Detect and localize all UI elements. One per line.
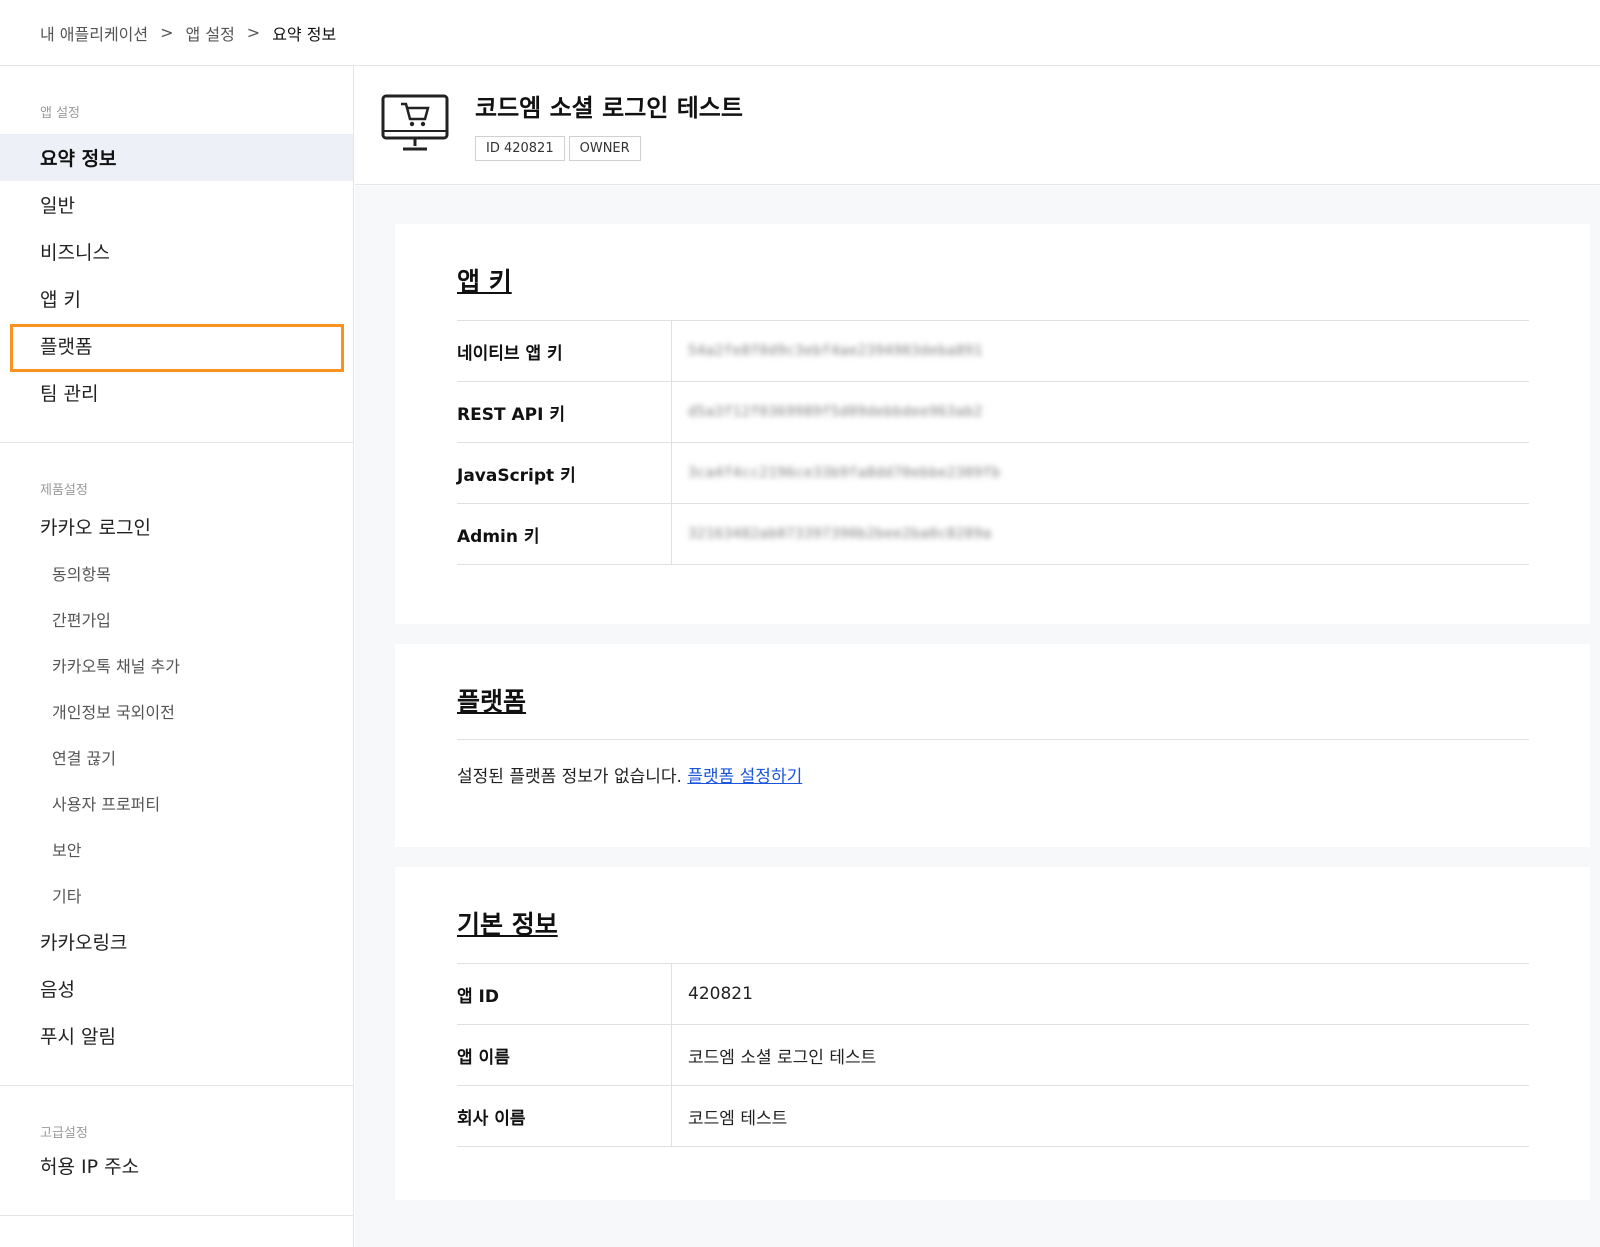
basic-info-card: 기본 정보 앱 ID 420821 앱 이름 코드엠 소셜 로그인 테스트 회사… [395, 867, 1590, 1200]
platform-message: 설정된 플랫폼 정보가 없습니다. 플랫폼 설정하기 [457, 762, 802, 787]
app-keys-card: 앱 키 네이티브 앱 키 54a2fe8f0d9c3ebf4ae2394903d… [395, 224, 1590, 624]
sidebar-heading: 제품설정 [40, 483, 88, 498]
info-label: 앱 이름 [457, 1025, 672, 1085]
sidebar-heading: 앱 설정 [40, 106, 81, 121]
app-header: 코드엠 소셜 로그인 테스트 ID 420821 OWNER [355, 66, 1600, 185]
sidebar-divider [0, 1215, 354, 1216]
sidebar-item-allowed-ip[interactable]: 허용 IP 주소 [0, 1142, 353, 1189]
info-label: 회사 이름 [457, 1086, 672, 1146]
app-id-value: 420821 [688, 984, 753, 1004]
table-row: 네이티브 앱 키 54a2fe8f0d9c3ebf4ae2394903deba8… [457, 321, 1529, 382]
native-app-key-value[interactable]: 54a2fe8f0d9c3ebf4ae2394903deba891 [672, 343, 983, 359]
app-name-value: 코드엠 소셜 로그인 테스트 [688, 1047, 877, 1068]
table-row: Admin 키 32163482ab073397390b2bee2ba0c828… [457, 504, 1529, 565]
main-content: 앱 키 네이티브 앱 키 54a2fe8f0d9c3ebf4ae2394903d… [355, 186, 1600, 1247]
role-badge: OWNER [568, 136, 641, 161]
sidebar-subitem-etc[interactable]: 기타 [0, 872, 353, 918]
sidebar-subitem-security[interactable]: 보안 [0, 826, 353, 872]
key-label: JavaScript 키 [457, 443, 672, 503]
sidebar-heading: 고급설정 [40, 1126, 88, 1141]
highlight-box [10, 324, 344, 372]
table-row: REST API 키 d5a3f12f0369989f5d09debbdee96… [457, 382, 1529, 443]
sidebar-item-voice[interactable]: 음성 [0, 965, 353, 1012]
sidebar-subitem-channel-add[interactable]: 카카오톡 채널 추가 [0, 642, 353, 688]
table-row: 회사 이름 코드엠 테스트 [457, 1086, 1529, 1147]
platform-divider [457, 739, 1529, 740]
app-id-badge: ID 420821 [475, 136, 565, 161]
sidebar-item-kakaolink[interactable]: 카카오링크 [0, 918, 353, 965]
rest-api-key-value[interactable]: d5a3f12f0369989f5d09debbdee963ab2 [672, 404, 983, 420]
sidebar-item-app-key[interactable]: 앱 키 [0, 275, 353, 322]
table-row: JavaScript 키 3ca4f4cc2196ce33b9fa8dd70eb… [457, 443, 1529, 504]
sidebar: 앱 설정 요약 정보 일반 비즈니스 앱 키 플랫폼 팀 관리 제품설정 카카오… [0, 66, 354, 1247]
table-row: 앱 ID 420821 [457, 964, 1529, 1025]
sidebar-item-general[interactable]: 일반 [0, 181, 353, 228]
sidebar-subitem-overseas-transfer[interactable]: 개인정보 국외이전 [0, 688, 353, 734]
basic-info-table: 앱 ID 420821 앱 이름 코드엠 소셜 로그인 테스트 회사 이름 코드… [457, 963, 1529, 1147]
breadcrumb-item-my-apps[interactable]: 내 애플리케이션 [40, 21, 148, 45]
breadcrumb: 내 애플리케이션 > 앱 설정 > 요약 정보 [0, 0, 1600, 66]
app-keys-table: 네이티브 앱 키 54a2fe8f0d9c3ebf4ae2394903deba8… [457, 320, 1529, 565]
sidebar-item-summary[interactable]: 요약 정보 [0, 134, 353, 181]
info-label: 앱 ID [457, 964, 672, 1024]
breadcrumb-item-app-settings[interactable]: 앱 설정 [186, 21, 235, 45]
breadcrumb-separator: > [246, 23, 261, 42]
app-badges: ID 420821 OWNER [475, 136, 641, 161]
key-label: REST API 키 [457, 382, 672, 442]
sidebar-item-business[interactable]: 비즈니스 [0, 228, 353, 275]
platform-title: 플랫폼 [457, 687, 527, 716]
javascript-key-value[interactable]: 3ca4f4cc2196ce33b9fa8dd70ebbe2309fb [672, 465, 1001, 481]
sidebar-item-kakao-login[interactable]: 카카오 로그인 [0, 503, 353, 550]
sidebar-group-product-settings: 제품설정 카카오 로그인 동의항목 간편가입 카카오톡 채널 추가 개인정보 국… [0, 443, 353, 1059]
app-keys-title: 앱 키 [457, 267, 512, 296]
shopping-cart-monitor-icon [381, 94, 449, 151]
sidebar-item-team[interactable]: 팀 관리 [0, 369, 353, 416]
basic-info-title: 기본 정보 [457, 910, 558, 939]
key-label: 네이티브 앱 키 [457, 321, 672, 381]
sidebar-subitem-consent[interactable]: 동의항목 [0, 550, 353, 596]
sidebar-subitem-user-property[interactable]: 사용자 프로퍼티 [0, 780, 353, 826]
sidebar-subitem-simple-signup[interactable]: 간편가입 [0, 596, 353, 642]
platform-empty-text: 설정된 플랫폼 정보가 없습니다. [457, 767, 682, 787]
platform-card: 플랫폼 설정된 플랫폼 정보가 없습니다. 플랫폼 설정하기 [395, 644, 1590, 847]
table-row: 앱 이름 코드엠 소셜 로그인 테스트 [457, 1025, 1529, 1086]
platform-setup-link[interactable]: 플랫폼 설정하기 [687, 767, 802, 787]
admin-key-value[interactable]: 32163482ab073397390b2bee2ba0c8289a [672, 526, 992, 542]
app-title: 코드엠 소셜 로그인 테스트 [475, 94, 743, 122]
sidebar-group-advanced-settings: 고급설정 허용 IP 주소 [0, 1086, 353, 1189]
company-name-value: 코드엠 테스트 [688, 1108, 788, 1129]
breadcrumb-item-current: 요약 정보 [272, 24, 337, 44]
sidebar-item-push[interactable]: 푸시 알림 [0, 1012, 353, 1059]
sidebar-subitem-unlink[interactable]: 연결 끊기 [0, 734, 353, 780]
breadcrumb-separator: > [160, 23, 174, 42]
key-label: Admin 키 [457, 504, 672, 564]
